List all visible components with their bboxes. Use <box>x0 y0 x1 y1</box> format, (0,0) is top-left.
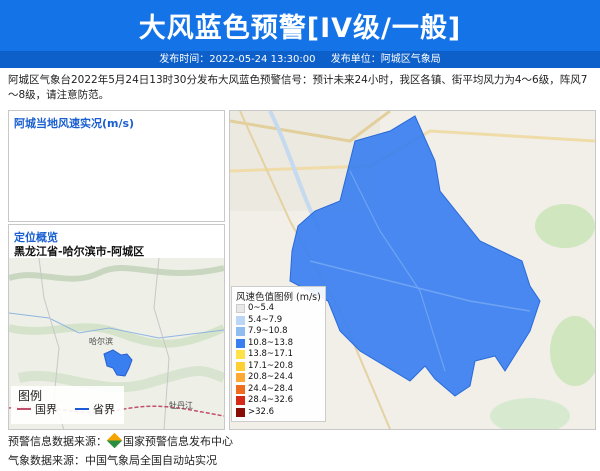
harbin-map-label: 哈尔滨 <box>89 336 113 346</box>
location-legend: 图例 国界 省界 <box>11 386 124 424</box>
wind-legend-title: 风速色值图例 (m/s) <box>236 292 321 303</box>
mudanjiang-map-label: 牡丹江 <box>169 400 193 410</box>
weather-source-line: 气象数据来源：中国气象局全国自动站实况 <box>8 454 217 467</box>
publish-meta: 发布时间：2022-05-24 13:30:00 发布单位：阿城区气象局 <box>0 51 600 68</box>
publish-unit: 发布单位：阿城区气象局 <box>330 54 441 65</box>
province-border-swatch <box>75 408 89 410</box>
wind-observation-panel: 阿城当地风速实况(m/s) <box>8 110 225 222</box>
location-path: 黑龙江省-哈尔滨市-阿城区 <box>14 245 145 258</box>
warning-source-line: 预警信息数据来源： 国家预警信息发布中心 <box>8 432 233 449</box>
wind-speed-legend: 风速色值图例 (m/s) 0~5.4 5.4~7.9 7.9~10.8 10.8… <box>231 286 326 422</box>
national-border-label: 国界 <box>35 403 57 416</box>
header-banner: 大风蓝色预警[IV级/一般] 发布时间：2022-05-24 13:30:00 … <box>0 0 600 68</box>
wind-panel-title: 阿城当地风速实况(m/s) <box>14 117 135 130</box>
warning-source-value: 国家预警信息发布中心 <box>123 435 233 448</box>
national-border-swatch <box>17 408 31 410</box>
province-border-label: 省界 <box>93 403 115 416</box>
warning-description: 阿城区气象台2022年5月24日13时30分发布大风蓝色预警信号：预计未来24小… <box>8 74 588 101</box>
release-center-logo-icon <box>106 432 123 449</box>
warning-title: 大风蓝色预警[IV级/一般] <box>138 13 462 44</box>
publish-time: 发布时间：2022-05-24 13:30:00 <box>159 54 316 65</box>
warning-source-label: 预警信息数据来源： <box>8 435 107 448</box>
